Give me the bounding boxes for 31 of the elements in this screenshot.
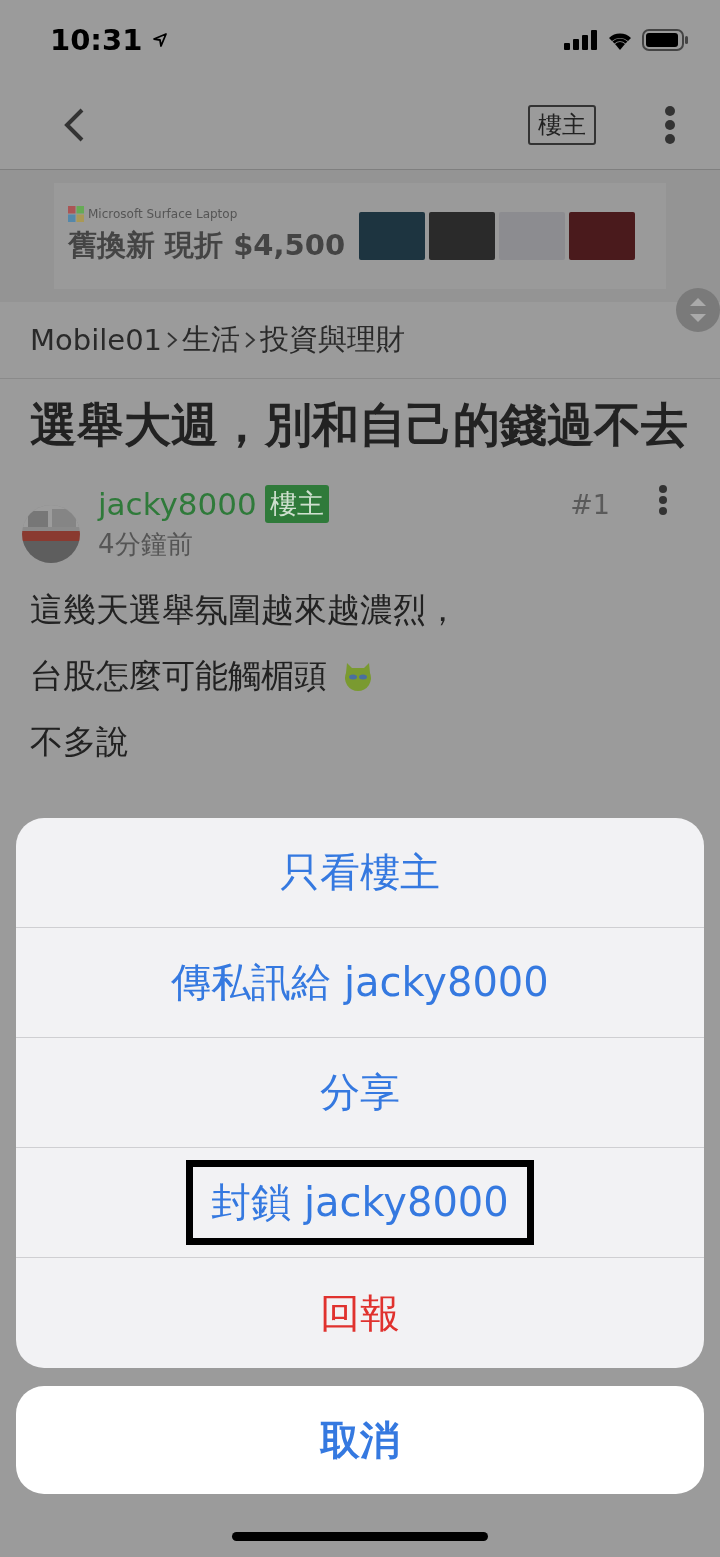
action-sheet-item[interactable]: 分享: [16, 1038, 704, 1148]
scroll-handle-icon[interactable]: [676, 288, 720, 332]
more-icon[interactable]: [664, 104, 676, 145]
back-icon[interactable]: [62, 106, 86, 143]
action-sheet-item[interactable]: 回報: [16, 1258, 704, 1368]
action-sheet-item[interactable]: 只看樓主: [16, 818, 704, 928]
chevron-icon: [166, 330, 179, 350]
battery-icon: [642, 29, 688, 51]
location-arrow-icon: [152, 32, 169, 48]
ad-headline: 舊換新 現折 $4,500: [68, 227, 346, 264]
ad-brand: Microsoft Surface Laptop: [88, 207, 238, 221]
post-text: 不多說: [30, 720, 129, 763]
chevron-icon: [244, 330, 257, 350]
post-time: 4分鐘前: [98, 528, 194, 561]
breadcrumb-link[interactable]: 生活: [182, 320, 241, 360]
windows-logo-icon: [68, 206, 84, 222]
floor-number: #1: [570, 489, 610, 520]
breadcrumb-link[interactable]: 投資與理財: [260, 320, 406, 360]
op-badge: 樓主: [264, 485, 329, 523]
action-sheet-item[interactable]: 封鎖 jacky8000: [16, 1148, 704, 1258]
action-sheet-item[interactable]: 傳私訊給 jacky8000: [16, 928, 704, 1038]
post-text: 這幾天選舉氛圍越來越濃烈，: [30, 588, 459, 631]
cancel-button[interactable]: 取消: [16, 1386, 704, 1494]
more-icon[interactable]: [658, 485, 668, 515]
breadcrumb-link[interactable]: Mobile01: [30, 323, 163, 357]
ad-banner[interactable]: Microsoft Surface Laptop 舊換新 現折 $4,500: [54, 183, 666, 289]
thread-title: 選舉大週，別和自己的錢過不去: [29, 396, 689, 454]
post-text: 台股怎麼可能觸楣頭: [30, 654, 327, 697]
signal-icon: [564, 30, 598, 50]
op-only-button[interactable]: 樓主: [528, 104, 596, 145]
status-time: 10:31: [50, 23, 143, 57]
